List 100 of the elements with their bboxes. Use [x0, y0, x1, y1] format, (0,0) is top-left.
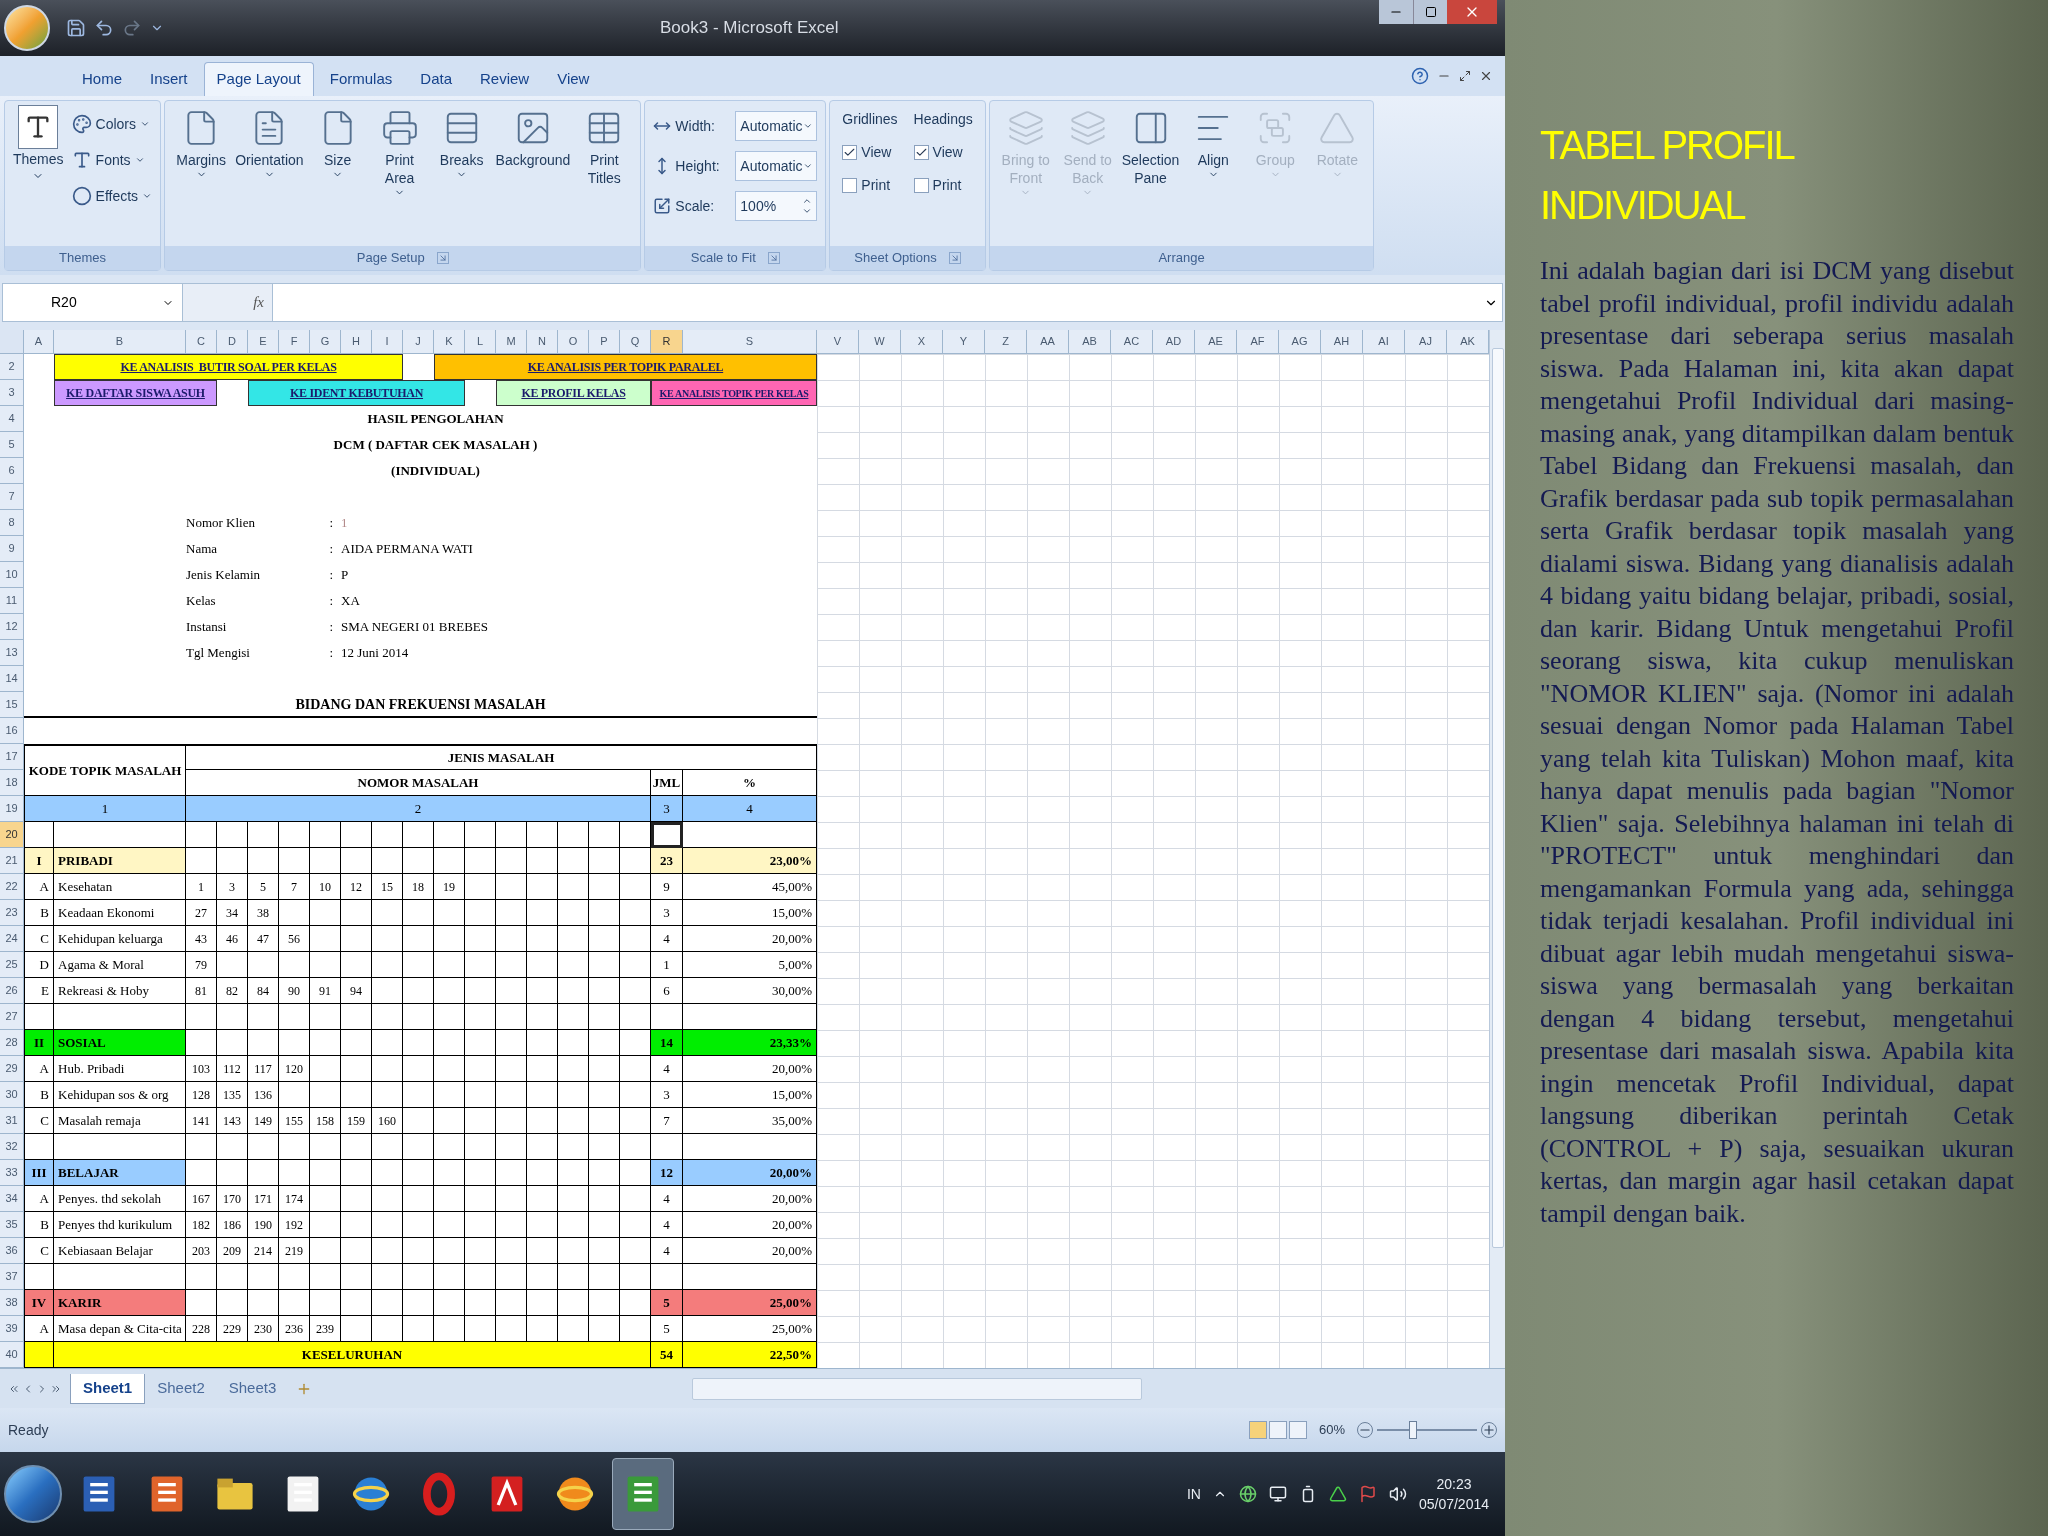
ribbon-button[interactable]: Background [495, 105, 571, 198]
row-header[interactable]: 23 [0, 900, 24, 926]
zoom-in-icon[interactable] [1481, 1422, 1497, 1438]
column-header[interactable]: G [310, 330, 341, 354]
column-header[interactable]: I [372, 330, 403, 354]
row-header[interactable]: 40 [0, 1342, 24, 1368]
undo-icon[interactable] [94, 18, 114, 38]
row-header[interactable]: 26 [0, 978, 24, 1004]
ribbon-tab[interactable]: View [545, 62, 602, 96]
size-dropdown[interactable]: Automatic [735, 151, 818, 181]
monitor-icon[interactable] [1268, 1485, 1287, 1503]
theme-menu-button[interactable]: Effects [71, 181, 153, 211]
volume-icon[interactable] [1388, 1485, 1407, 1503]
column-header[interactable]: D [217, 330, 248, 354]
ribbon-button[interactable]: Selection Pane [1121, 105, 1180, 198]
column-header[interactable]: AJ [1405, 330, 1447, 354]
globe-icon[interactable] [1238, 1485, 1257, 1503]
row-header[interactable]: 3 [0, 380, 24, 406]
row-header[interactable]: 38 [0, 1290, 24, 1316]
zoom-level[interactable]: 60% [1318, 1420, 1345, 1440]
ribbon-button[interactable]: Size [309, 105, 366, 198]
triangle-icon[interactable] [1328, 1485, 1347, 1503]
column-header[interactable]: K [434, 330, 465, 354]
ribbon-button[interactable]: Orientation [235, 105, 304, 198]
row-header[interactable]: 28 [0, 1030, 24, 1056]
column-header[interactable]: F [279, 330, 310, 354]
ribbon-button[interactable]: Breaks [433, 105, 490, 198]
sheet-tab[interactable]: Sheet2 [145, 1373, 217, 1404]
theme-menu-button[interactable]: Fonts [71, 145, 153, 175]
column-header[interactable]: Q [620, 330, 651, 354]
row-header[interactable]: 6 [0, 458, 24, 484]
clock[interactable]: 20:23 05/07/2014 [1418, 1474, 1489, 1514]
help-icon[interactable] [1411, 67, 1429, 85]
sheet-link[interactable]: KE ANALISIS TOPIK PER KELAS [651, 380, 817, 406]
row-header[interactable]: 27 [0, 1004, 24, 1030]
row-header[interactable]: 9 [0, 536, 24, 562]
checkbox[interactable]: Print [842, 175, 898, 196]
column-header[interactable]: AD [1153, 330, 1195, 354]
save-icon[interactable] [66, 18, 86, 38]
themes-button[interactable]: Themes [13, 105, 64, 211]
column-header[interactable]: W [859, 330, 901, 354]
row-header[interactable]: 12 [0, 614, 24, 640]
dialog-launcher-icon[interactable] [767, 252, 780, 264]
ribbon-button[interactable]: Margins [173, 105, 230, 198]
ribbon-tab[interactable]: Review [468, 62, 542, 96]
row-header[interactable]: 8 [0, 510, 24, 536]
row-header[interactable]: 20 [0, 822, 24, 848]
row-header[interactable]: 10 [0, 562, 24, 588]
column-header[interactable]: C [186, 330, 217, 354]
ribbon-button[interactable]: Align [1185, 105, 1242, 198]
column-header[interactable]: M [496, 330, 527, 354]
ribbon-tab[interactable]: Page Layout [203, 62, 314, 96]
maximize-button[interactable] [1413, 0, 1447, 24]
column-header[interactable]: L [465, 330, 496, 354]
column-header[interactable]: AA [1027, 330, 1069, 354]
row-header[interactable]: 37 [0, 1264, 24, 1290]
size-dropdown[interactable]: Automatic [735, 111, 818, 141]
office-button[interactable] [4, 5, 50, 51]
sheet-link[interactable]: KE ANALISIS PER TOPIK PARALEL [434, 354, 817, 380]
row-header[interactable]: 21 [0, 848, 24, 874]
close-icon[interactable] [1479, 69, 1493, 83]
ribbon-tab[interactable]: Data [408, 62, 464, 96]
column-header[interactable]: E [248, 330, 279, 354]
horizontal-scrollbar[interactable] [692, 1377, 1143, 1400]
selected-cell[interactable] [651, 822, 683, 848]
row-header[interactable]: 18 [0, 770, 24, 796]
column-header[interactable]: H [341, 330, 372, 354]
row-header[interactable]: 25 [0, 952, 24, 978]
insert-function-button[interactable]: fx [253, 291, 264, 314]
redo-icon[interactable] [122, 18, 142, 38]
column-header[interactable]: AC [1111, 330, 1153, 354]
column-header[interactable]: S [683, 330, 817, 354]
sheet-link[interactable]: KE PROFIL KELAS [496, 380, 651, 406]
restore-icon[interactable] [1459, 70, 1471, 82]
row-header[interactable]: 39 [0, 1316, 24, 1342]
column-header[interactable]: O [558, 330, 589, 354]
row-header[interactable]: 31 [0, 1108, 24, 1134]
column-header[interactable]: AB [1069, 330, 1111, 354]
flag-icon[interactable] [1358, 1485, 1377, 1503]
column-header[interactable]: R [651, 330, 683, 354]
row-header[interactable]: 22 [0, 874, 24, 900]
row-header[interactable]: 16 [0, 718, 24, 744]
row-header[interactable]: 2 [0, 354, 24, 380]
dialog-launcher-icon[interactable] [436, 252, 449, 264]
checkbox[interactable]: View [913, 142, 973, 163]
dialog-launcher-icon[interactable] [948, 252, 961, 264]
column-header[interactable]: J [403, 330, 434, 354]
sheet-tab[interactable]: Sheet3 [216, 1373, 289, 1404]
row-header[interactable]: 29 [0, 1056, 24, 1082]
ribbon-tab[interactable]: Formulas [317, 62, 405, 96]
checkbox[interactable]: View [842, 142, 898, 163]
column-header[interactable]: AH [1321, 330, 1363, 354]
ribbon-tab[interactable]: Home [70, 62, 134, 96]
language-indicator[interactable]: IN [1186, 1483, 1201, 1505]
column-header[interactable]: P [589, 330, 620, 354]
column-header[interactable]: V [817, 330, 859, 354]
sheet-link[interactable]: KE ANALISIS BUTIR SOAL PER KELAS [54, 354, 403, 380]
column-header[interactable]: B [54, 330, 186, 354]
sheet-tab[interactable]: Sheet1 [70, 1373, 146, 1404]
start-button[interactable] [4, 1465, 62, 1523]
